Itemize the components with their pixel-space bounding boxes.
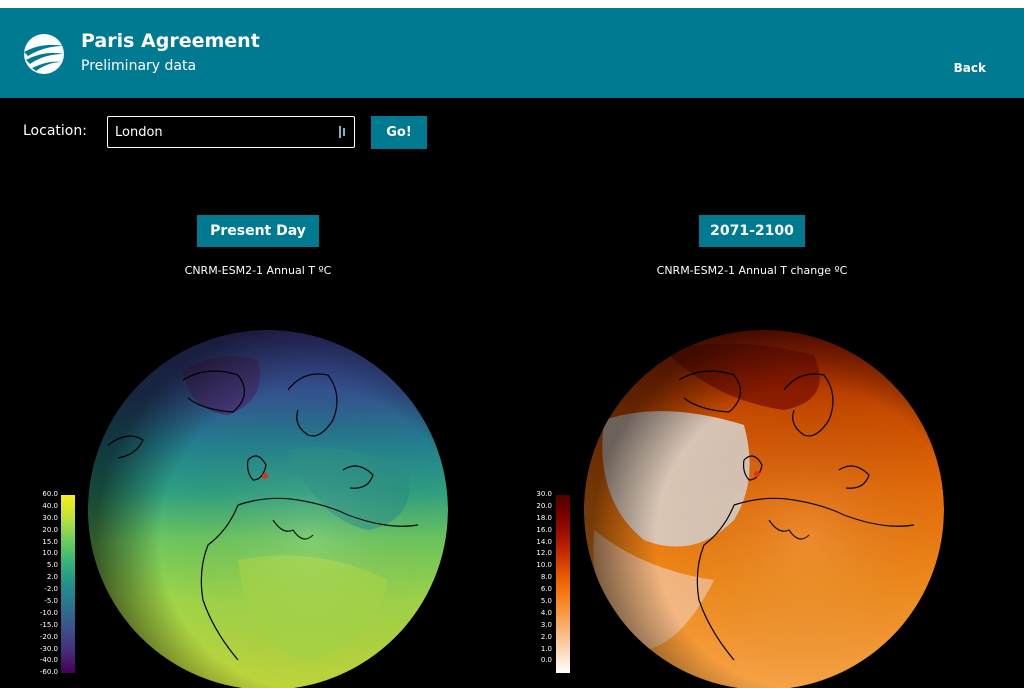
colorbar-tick: 10.0 [42, 549, 58, 558]
colorbar-tick: -10.0 [39, 608, 58, 617]
top-strip [0, 0, 1024, 8]
future-change-globe[interactable] [584, 330, 944, 688]
colorbar-tick: 60.0 [42, 490, 58, 498]
colorbar-tick: 20.0 [536, 501, 552, 510]
colorbar-tick: 1.0 [540, 644, 552, 653]
future-change-colorbar [556, 495, 570, 673]
colorbar-tick: 5.0 [540, 597, 552, 606]
colorbar-tick: -2.0 [44, 585, 58, 594]
colorbar-tick: 20.0 [42, 525, 58, 534]
colorbar-tick: 2.0 [540, 632, 552, 641]
colorbar-tick: 2.0 [46, 573, 58, 582]
colorbar-tick: 30.0 [536, 490, 552, 498]
colorbar-tick: 10.0 [536, 561, 552, 570]
present-day-colorbar-ticks: 60.0 40.0 30.0 20.0 15.0 10.0 5.0 2.0 -2… [28, 489, 58, 679]
colorbar-tick: 16.0 [536, 525, 552, 534]
app-header: Paris Agreement Preliminary data Back [0, 8, 1024, 98]
location-label: Location: [23, 123, 87, 139]
present-day-colorbar [61, 495, 75, 673]
app-title: Paris Agreement [81, 30, 260, 52]
go-button[interactable]: Go! [371, 116, 427, 149]
colorbar-tick: 0.0 [540, 656, 552, 665]
colorbar-tick: -20.0 [39, 632, 58, 641]
colorbar-tick: 18.0 [536, 513, 552, 522]
future-change-colorbar-ticks: 30.0 20.0 18.0 16.0 14.0 12.0 10.0 8.0 6… [522, 489, 552, 667]
colorbar-tick: 6.0 [540, 585, 552, 594]
colorbar-tick: -5.0 [44, 597, 58, 606]
colorbar-tick: 40.0 [42, 501, 58, 510]
swoosh-logo-icon [24, 34, 64, 74]
colorbar-tick: -30.0 [39, 644, 58, 653]
present-day-button[interactable]: Present Day [197, 215, 319, 247]
back-button[interactable]: Back [954, 61, 986, 75]
colorbar-tick: 5.0 [46, 561, 58, 570]
input-grip-icon [339, 126, 345, 138]
app-subtitle: Preliminary data [81, 58, 197, 74]
future-period-button[interactable]: 2071-2100 [699, 215, 805, 247]
right-map-caption: CNRM-ESM2-1 Annual T change ºC [656, 264, 848, 277]
location-input[interactable] [107, 116, 355, 148]
colorbar-tick: 15.0 [42, 537, 58, 546]
colorbar-tick: 30.0 [42, 513, 58, 522]
colorbar-tick: 12.0 [536, 549, 552, 558]
colorbar-tick: 8.0 [540, 573, 552, 582]
left-map-caption: CNRM-ESM2-1 Annual T ºC [184, 264, 332, 277]
colorbar-tick: 4.0 [540, 608, 552, 617]
colorbar-tick: -15.0 [39, 620, 58, 629]
colorbar-tick: -40.0 [39, 656, 58, 665]
colorbar-tick: -60.0 [39, 668, 58, 677]
colorbar-tick: 14.0 [536, 537, 552, 546]
present-day-globe[interactable] [88, 330, 448, 688]
colorbar-tick: 3.0 [540, 620, 552, 629]
